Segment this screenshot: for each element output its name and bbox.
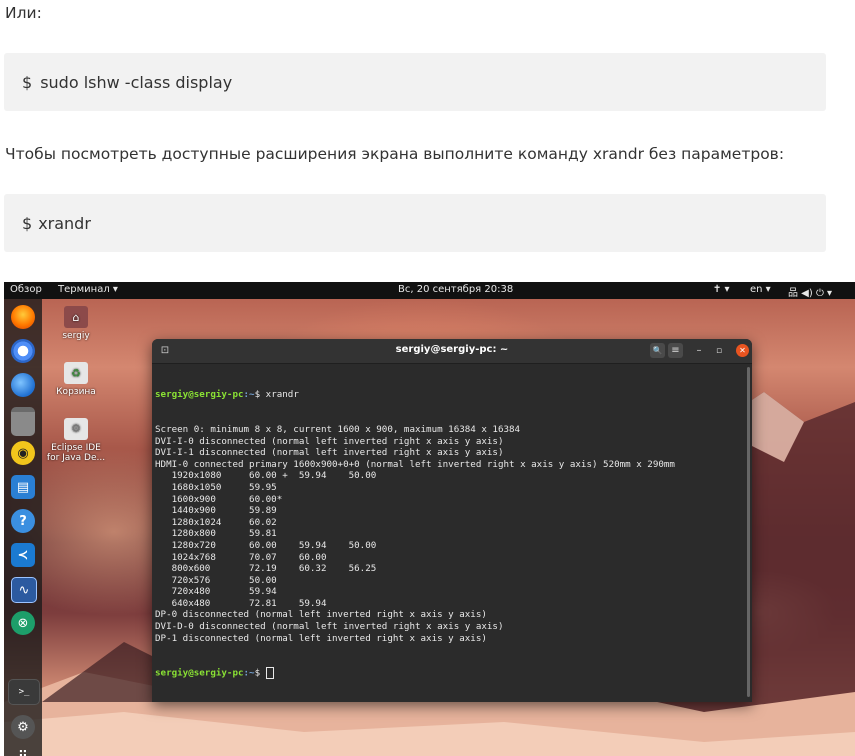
code-block-lshw: $ sudo lshw -class display xyxy=(4,53,826,111)
terminal-output-line: Screen 0: minimum 8 x 8, current 1600 x … xyxy=(155,423,521,435)
terminal-header-bar[interactable]: ⊡ sergiy@sergiy-pc: ~ 🔍 ≡ – ▫ ✕ xyxy=(152,339,752,364)
terminal-output-line: 640x480 72.81 59.94 xyxy=(155,597,327,609)
vscode-icon[interactable]: ≺ xyxy=(11,543,35,567)
terminal-app-menu[interactable]: Терминал ▾ xyxy=(58,284,118,295)
terminal-output-line: 1600x900 60.00* xyxy=(155,493,283,505)
terminal-output-line: 1440x900 59.89 xyxy=(155,505,277,517)
chromium-icon[interactable] xyxy=(11,339,35,363)
terminal-output-lines: Screen 0: minimum 8 x 8, current 1600 x … xyxy=(155,424,745,644)
terminal-output-line: 1024x768 70.07 60.00 xyxy=(155,551,327,563)
article-text-xrandr-intro: Чтобы посмотреть доступные расширения эк… xyxy=(5,145,785,163)
terminal-icon[interactable]: >_ xyxy=(8,679,40,705)
terminal-output-line: 1920x1080 60.00 + 59.94 50.00 xyxy=(155,470,377,482)
terminal-output-line: DVI-I-1 disconnected (normal left invert… xyxy=(155,447,504,459)
home-folder-icon: ⌂ xyxy=(64,306,88,328)
code-prompt: $ xyxy=(22,213,33,233)
terminal-output-line: 800x600 72.19 60.32 56.25 xyxy=(155,563,377,575)
hamburger-menu-icon[interactable]: ≡ xyxy=(668,343,683,358)
terminal-prompt-line: sergiy@sergiy-pc:~$ xyxy=(155,667,745,680)
desktop-icon-home[interactable]: ⌂ sergiy xyxy=(46,306,106,341)
code-command: sudo lshw -class display xyxy=(40,72,233,92)
code-command: xrandr xyxy=(38,213,91,233)
thunderbird-icon[interactable] xyxy=(11,373,35,397)
terminal-output[interactable]: sergiy@sergiy-pc:~$ xrandr Screen 0: min… xyxy=(155,366,745,702)
gear-icon[interactable]: ⚙ xyxy=(11,715,35,739)
system-menu[interactable]: 品 ◀) ⏻ ▾ xyxy=(788,284,832,299)
terminal-command-line: sergiy@sergiy-pc:~$ xrandr xyxy=(155,389,299,401)
terminal-scrollbar[interactable] xyxy=(747,367,750,697)
desktop-icon-eclipse[interactable]: ⚙ Eclipse IDE for Java De... xyxy=(46,418,106,463)
rhythmbox-icon[interactable]: ◉ xyxy=(11,441,35,465)
files-icon[interactable] xyxy=(11,407,35,436)
terminal-output-line: DVI-I-0 disconnected (normal left invert… xyxy=(155,435,504,447)
terminal-output-line: HDMI-0 connected primary 1600x900+0+0 (n… xyxy=(155,458,675,470)
terminal-output-line: 1280x800 59.81 xyxy=(155,528,277,540)
terminal-output-line: 720x576 50.00 xyxy=(155,574,277,586)
clock[interactable]: Вс, 20 сентября 20:38 xyxy=(398,284,513,295)
activities-button[interactable]: Обзор xyxy=(10,284,42,295)
trash-icon: ♻ xyxy=(64,362,88,384)
accessibility-menu[interactable]: ✝ ▾ xyxy=(713,284,730,295)
settings-icon[interactable]: ⊗ xyxy=(11,611,35,635)
terminal-output-line: 1280x720 60.00 59.94 50.00 xyxy=(155,539,377,551)
minimize-icon[interactable]: – xyxy=(693,343,705,358)
apps-grid-icon[interactable]: ⠿ xyxy=(11,745,35,756)
eclipse-file-icon: ⚙ xyxy=(64,418,88,440)
terminal-output-line: 1680x1050 59.95 xyxy=(155,481,277,493)
terminal-output-line: DP-0 disconnected (normal left inverted … xyxy=(155,609,487,621)
desktop-icon-trash[interactable]: ♻ Корзина xyxy=(46,362,106,397)
code-block-xrandr: $ xrandr xyxy=(4,194,826,252)
screenshot-ubuntu-desktop: Обзор Терминал ▾ Вс, 20 сентября 20:38 ✝… xyxy=(4,282,855,756)
terminal-cursor xyxy=(265,667,274,680)
terminal-output-line: DP-1 disconnected (normal left inverted … xyxy=(155,632,487,644)
terminal-window[interactable]: ⊡ sergiy@sergiy-pc: ~ 🔍 ≡ – ▫ ✕ sergiy@s… xyxy=(152,339,752,702)
article-text-or: Или: xyxy=(5,4,42,22)
gnome-top-bar: Обзор Терминал ▾ Вс, 20 сентября 20:38 ✝… xyxy=(4,282,855,299)
help-icon[interactable]: ? xyxy=(11,509,35,533)
dock: ◉ ▤ ? ≺ ∿ ⊗ >_ ⚙ ⠿ xyxy=(4,299,42,756)
firefox-icon[interactable] xyxy=(11,305,35,329)
desktop-icon-label: Eclipse IDE for Java De... xyxy=(46,443,106,463)
monitor-icon[interactable]: ∿ xyxy=(11,577,37,603)
terminal-output-line: DVI-D-0 disconnected (normal left invert… xyxy=(155,621,504,633)
maximize-icon[interactable]: ▫ xyxy=(713,343,725,358)
search-icon[interactable]: 🔍 xyxy=(650,343,665,358)
terminal-output-line: 1280x1024 60.02 xyxy=(155,516,277,528)
close-icon[interactable]: ✕ xyxy=(736,344,749,357)
desktop-icon-label: sergiy xyxy=(62,331,90,341)
terminal-output-line: 720x480 59.94 xyxy=(155,586,277,598)
language-menu[interactable]: en ▾ xyxy=(750,284,771,295)
code-prompt: $ xyxy=(22,72,33,92)
writer-icon[interactable]: ▤ xyxy=(11,475,35,499)
desktop-icon-label: Корзина xyxy=(56,387,96,397)
